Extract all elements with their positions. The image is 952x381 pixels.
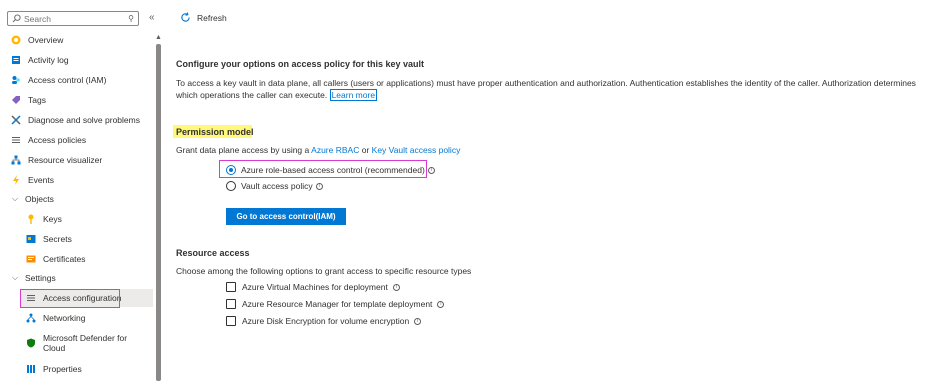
checkbox-label: Azure Disk Encryption for volume encrypt… <box>242 316 410 326</box>
sidebar-item-label: Microsoft Defender for <box>43 333 128 343</box>
scroll-up-icon[interactable]: ▲ <box>155 34 162 41</box>
access-description: To access a key vault in data plane, all… <box>176 77 916 101</box>
checkbox[interactable] <box>226 316 236 326</box>
sidebar-group-settings[interactable]: ⌵ Settings <box>10 269 56 287</box>
secret-icon <box>25 233 37 245</box>
learn-more-link[interactable]: Learn more <box>329 89 378 101</box>
page-section-title: Configure your options on access policy … <box>176 59 425 69</box>
info-icon[interactable]: i <box>427 166 435 174</box>
resource-menu: ⚲ « ▲ Overview Activity log Access contr… <box>0 0 162 381</box>
sidebar-item-label: Diagnose and solve problems <box>28 115 140 125</box>
shield-icon <box>25 337 37 349</box>
resource-access-heading: Resource access <box>176 248 250 258</box>
checkbox[interactable] <box>226 299 236 309</box>
info-icon[interactable]: i <box>414 317 422 325</box>
sidebar-scrollbar[interactable]: ▲ <box>155 34 162 381</box>
sidebar-item-label: Certificates <box>43 254 86 264</box>
tag-icon <box>10 94 22 106</box>
search-box[interactable]: ⚲ <box>7 11 139 26</box>
sidebar-item-label: Settings <box>25 273 56 283</box>
sidebar-item-properties[interactable]: Properties <box>25 360 82 378</box>
chevron-down-icon: ⌵ <box>11 194 19 203</box>
list-icon <box>10 134 22 146</box>
sidebar-item-secrets[interactable]: Secrets <box>25 230 72 248</box>
people-icon <box>10 74 22 86</box>
sidebar-item-label: Access policies <box>28 135 87 145</box>
sidebar-item-tags[interactable]: Tags <box>10 91 46 109</box>
refresh-button[interactable]: Refresh <box>180 12 227 23</box>
radio-button[interactable] <box>226 181 236 191</box>
properties-icon <box>25 363 37 375</box>
checkbox-resource-manager[interactable]: Azure Resource Manager for template depl… <box>226 299 445 309</box>
radio-label: Vault access policy <box>241 181 313 191</box>
activity-log-icon <box>10 54 22 66</box>
network-icon <box>25 312 37 324</box>
rbac-selection-outline <box>219 160 427 178</box>
sidebar-item-label: Activity log <box>28 55 69 65</box>
checkbox-label: Azure Resource Manager for template depl… <box>242 299 433 309</box>
wrench-icon <box>10 114 22 126</box>
grant-prefix: Grant data plane access by using a <box>176 145 310 155</box>
sidebar-item-resource-visualizer[interactable]: Resource visualizer <box>10 151 102 169</box>
checkbox-label: Azure Virtual Machines for deployment <box>242 282 388 292</box>
lightning-icon <box>10 174 22 186</box>
key-vault-access-policy-link[interactable]: Key Vault access policy <box>372 145 461 155</box>
grant-access-line: Grant data plane access by using a Azure… <box>176 145 460 155</box>
sidebar-item-label: Tags <box>28 95 46 105</box>
refresh-label: Refresh <box>197 12 227 23</box>
sidebar-item-label: Secrets <box>43 234 72 244</box>
sidebar-item-label-line2: Cloud <box>43 343 66 353</box>
sidebar-item-networking[interactable]: Networking <box>25 309 86 327</box>
azure-rbac-link[interactable]: Azure RBAC <box>311 145 359 155</box>
sidebar-item-access-policies[interactable]: Access policies <box>10 131 86 149</box>
sidebar-group-objects[interactable]: ⌵ Objects <box>10 190 54 208</box>
overview-icon <box>10 34 22 46</box>
sidebar-item-label: Networking <box>43 313 86 323</box>
sidebar-item-label: Objects <box>25 194 54 204</box>
sidebar-item-label: Resource visualizer <box>28 155 103 165</box>
access-description-text: To access a key vault in data plane, all… <box>176 78 916 100</box>
selection-highlight-outline <box>20 289 120 308</box>
filter-icon[interactable]: ⚲ <box>128 14 134 23</box>
sidebar-item-label: Events <box>28 175 54 185</box>
refresh-icon <box>181 12 190 22</box>
sidebar-item-label: Keys <box>43 214 62 224</box>
sidebar-item-certificates[interactable]: Certificates <box>25 250 86 268</box>
grant-or: or <box>361 145 370 155</box>
checkbox-virtual-machines[interactable]: Azure Virtual Machines for deployment i <box>226 282 400 292</box>
sidebar-item-iam[interactable]: Access control (IAM) <box>10 71 106 89</box>
collapse-menu-icon[interactable]: « <box>149 12 155 23</box>
search-icon <box>12 14 21 23</box>
hierarchy-icon <box>10 154 22 166</box>
scrollbar-thumb[interactable] <box>156 44 161 381</box>
sidebar-item-events[interactable]: Events <box>10 171 54 189</box>
sidebar-item-label: Overview <box>28 35 64 45</box>
defender-label-block: Microsoft Defender for Cloud <box>43 333 127 353</box>
sidebar-item-label: Properties <box>43 364 82 374</box>
sidebar-item-overview[interactable]: Overview <box>10 31 63 49</box>
resource-access-description: Choose among the following options to gr… <box>176 266 472 276</box>
info-icon[interactable]: i <box>315 182 323 190</box>
radio-vault-access-policy[interactable]: Vault access policy i <box>226 181 323 191</box>
sidebar-item-activity-log[interactable]: Activity log <box>10 51 69 69</box>
sidebar-item-diagnose[interactable]: Diagnose and solve problems <box>10 111 140 129</box>
checkbox-disk-encryption[interactable]: Azure Disk Encryption for volume encrypt… <box>226 316 422 326</box>
certificate-icon <box>25 253 37 265</box>
search-input[interactable] <box>24 13 124 24</box>
go-to-access-control-button[interactable]: Go to access control(IAM) <box>226 208 346 225</box>
sidebar-item-keys[interactable]: Keys <box>25 210 62 228</box>
key-icon <box>25 213 37 225</box>
chevron-down-icon: ⌵ <box>11 273 19 282</box>
sidebar-item-defender[interactable]: Microsoft Defender for Cloud <box>25 331 127 355</box>
sidebar-item-label: Access control (IAM) <box>28 75 107 85</box>
info-icon[interactable]: i <box>437 300 445 308</box>
info-icon[interactable]: i <box>392 283 400 291</box>
checkbox[interactable] <box>226 282 236 292</box>
permission-model-heading: Permission model <box>176 127 254 137</box>
